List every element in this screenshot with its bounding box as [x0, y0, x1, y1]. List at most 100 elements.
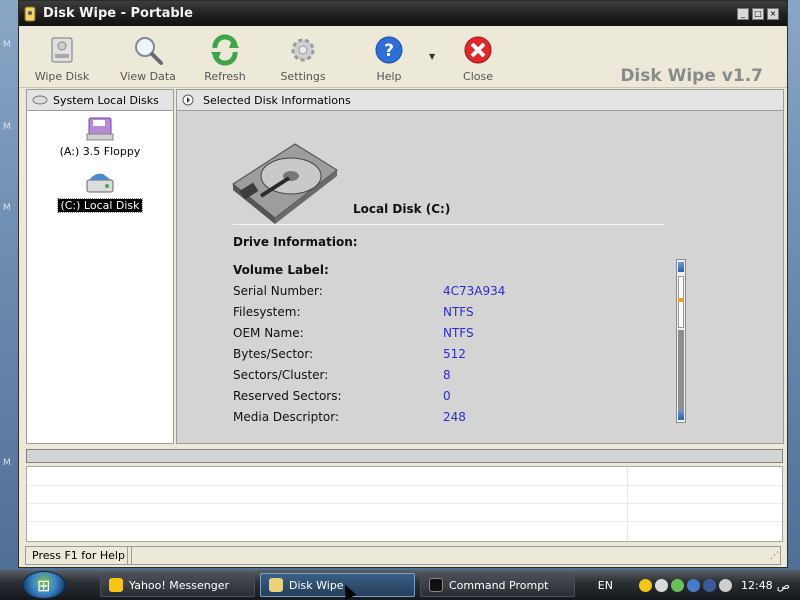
info-value: 512 [443, 347, 466, 361]
info-value: NTFS [443, 305, 474, 319]
info-row: Serial Number: 4C73A934 [233, 284, 673, 305]
log-list[interactable] [26, 466, 783, 542]
view-data-button[interactable]: View Data [113, 34, 183, 83]
disk-info-content: Local Disk (C:) Drive Information: Volum… [177, 112, 783, 443]
info-row: Bytes/Sector: 512 [233, 347, 673, 368]
disk-info-panel: Selected Disk Informations Local Disk (C… [176, 89, 784, 444]
wipe-progress-bar [26, 449, 783, 463]
drive-information-heading: Drive Information: [233, 235, 358, 249]
windows-logo-icon: ⊞ [37, 576, 51, 595]
svg-text:?: ? [384, 41, 394, 61]
window-title: Disk Wipe - Portable [43, 6, 193, 21]
help-button[interactable]: ? Help [354, 34, 424, 83]
desktop-icon-edge[interactable]: M [3, 122, 11, 132]
help-dropdown-arrow[interactable]: ▼ [429, 52, 435, 61]
log-row-divider [27, 485, 782, 486]
disk-item-floppy[interactable]: (A:) 3.5 Floppy [27, 116, 173, 158]
clock-period: ص [776, 578, 790, 592]
info-row: Sectors/Cluster: 8 [233, 368, 673, 389]
close-icon [462, 34, 494, 66]
help-label: Help [376, 70, 402, 83]
info-row: OEM Name: NTFS [233, 326, 673, 347]
resize-grip-icon[interactable]: ⋰ [770, 551, 779, 561]
disk-wipe-window: Disk Wipe - Portable _ □ × Wipe Disk Vie… [18, 0, 788, 568]
yahoo-messenger-icon [109, 578, 123, 592]
hard-disk-icon [46, 34, 78, 66]
info-row: Media Descriptor: 248 [233, 410, 673, 431]
taskbar-item-command-prompt[interactable]: Command Prompt [420, 573, 575, 597]
system-tray: EN 12:48 ص [598, 570, 800, 600]
taskbar: ⊞ Yahoo! Messenger Disk Wipe Command Pro… [0, 570, 800, 600]
log-column-divider [627, 467, 628, 541]
close-button[interactable]: Close [443, 34, 513, 83]
clock[interactable]: 12:48 [741, 579, 773, 592]
log-row-divider [27, 521, 782, 522]
info-value: NTFS [443, 326, 474, 340]
magnifier-icon [132, 34, 164, 66]
info-key: Serial Number: [233, 284, 323, 298]
language-indicator[interactable]: EN [598, 579, 613, 592]
messenger-tray-icon[interactable] [638, 578, 652, 592]
floppy-drive-icon [85, 116, 115, 142]
taskbar-item-disk-wipe[interactable]: Disk Wipe [260, 573, 415, 597]
disk-info-header-label: Selected Disk Informations [203, 93, 351, 107]
info-key: Filesystem: [233, 305, 301, 319]
refresh-button[interactable]: Refresh [190, 34, 260, 83]
scroll-up-button[interactable] [678, 262, 684, 272]
disk-info-header: Selected Disk Informations [177, 90, 783, 111]
close-window-button[interactable]: × [767, 7, 779, 20]
disk-item-floppy-label: (A:) 3.5 Floppy [59, 145, 141, 158]
title-bar[interactable]: Disk Wipe - Portable _ □ × [19, 1, 787, 26]
desktop-icon-edge[interactable]: M [3, 458, 11, 468]
info-value: 8 [443, 368, 451, 382]
brand-label: Disk Wipe v1.7 [620, 66, 763, 86]
info-key: Reserved Sectors: [233, 389, 342, 403]
toolbar: Wipe Disk View Data Refresh Settings ? H… [19, 26, 787, 88]
taskbar-item-label: Disk Wipe [289, 578, 344, 592]
close-label: Close [463, 70, 493, 83]
view-data-label: View Data [120, 70, 176, 83]
scroll-track[interactable] [678, 330, 684, 412]
disk-wipe-icon [269, 578, 283, 592]
scroll-thumb-grip [678, 298, 684, 302]
settings-label: Settings [280, 70, 326, 83]
facebook-tray-icon[interactable] [702, 578, 716, 592]
settings-button[interactable]: Settings [268, 34, 338, 83]
desktop-icon-edge[interactable]: M [3, 40, 11, 50]
desktop-icon-edge[interactable]: M [3, 203, 11, 213]
network-tray-icon[interactable] [654, 578, 668, 592]
disk-item-local-c[interactable]: (C:) Local Disk [27, 170, 173, 213]
info-row: Reserved Sectors: 0 [233, 389, 673, 410]
minimize-button[interactable]: _ [737, 7, 749, 20]
log-row-divider [27, 503, 782, 504]
status-hint: Press F1 for Help [25, 546, 132, 565]
volume-tray-icon[interactable] [718, 578, 732, 592]
disk-title: Local Disk (C:) [353, 202, 451, 216]
start-button[interactable]: ⊞ [22, 571, 66, 599]
info-value: 4C73A934 [443, 284, 506, 298]
local-disk-icon [85, 170, 115, 196]
disks-header-icon [32, 94, 48, 106]
wipe-disk-label: Wipe Disk [34, 70, 90, 83]
info-scrollbar[interactable] [676, 259, 686, 423]
app-icon [23, 6, 37, 22]
scroll-down-button[interactable] [678, 410, 684, 420]
info-tray-icon[interactable] [686, 578, 700, 592]
command-prompt-icon [429, 578, 443, 592]
info-value: 0 [443, 389, 451, 403]
update-tray-icon[interactable] [670, 578, 684, 592]
volume-label-heading: Volume Label: [233, 263, 329, 277]
scroll-thumb[interactable] [678, 276, 684, 328]
info-value: 248 [443, 410, 466, 424]
status-panel [127, 546, 781, 565]
local-disks-header: System Local Disks [27, 90, 173, 111]
wipe-disk-button[interactable]: Wipe Disk [27, 34, 97, 83]
hard-drive-image [231, 140, 339, 224]
info-key: OEM Name: [233, 326, 304, 340]
maximize-button[interactable]: □ [752, 7, 764, 20]
status-bar: Press F1 for Help ⋰ [23, 546, 785, 565]
taskbar-item-yahoo[interactable]: Yahoo! Messenger [100, 573, 255, 597]
gear-icon [287, 34, 319, 66]
info-row: Filesystem: NTFS [233, 305, 673, 326]
info-key: Bytes/Sector: [233, 347, 314, 361]
